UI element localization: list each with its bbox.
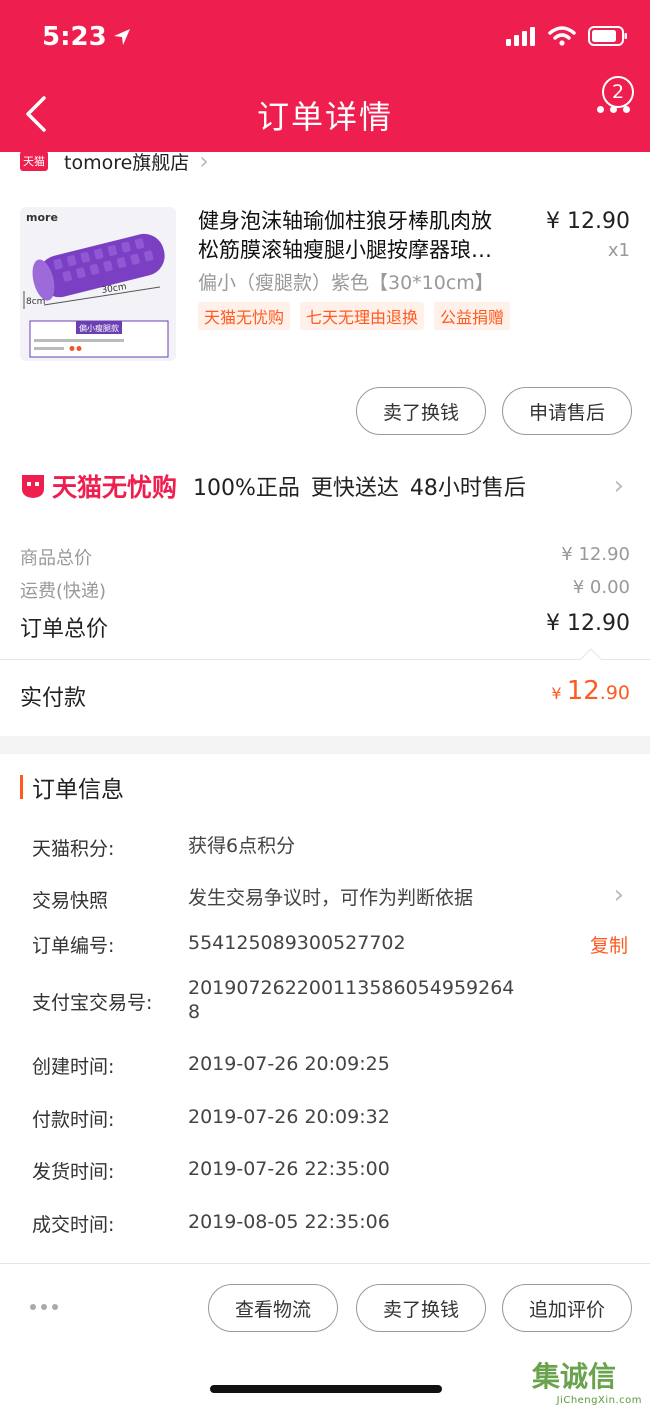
order-info-title: 订单信息 xyxy=(20,772,124,803)
watermark-url: JiChengXin.com xyxy=(556,1395,642,1406)
product-image[interactable]: more 8cm 30cm 偏小瘦腿款 xyxy=(20,207,176,361)
shop-row[interactable]: 天猫 tomore旗舰店 › xyxy=(20,146,209,176)
worry-free-text: 100%正品 更快送达 48小时售后 xyxy=(193,476,526,501)
order-number-label: 订单编号: xyxy=(32,935,115,957)
copy-button[interactable]: 复制 xyxy=(590,931,628,958)
order-total-value: ¥ 12.90 xyxy=(546,611,630,636)
goods-total-value: ¥ 12.90 xyxy=(561,544,630,565)
foam-roller-illustration: more 8cm 30cm 偏小瘦腿款 xyxy=(20,207,176,361)
tag-seven-day-return: 七天无理由退换 xyxy=(300,302,425,330)
product-title[interactable]: 健身泡沫轴瑜伽柱狼牙棒肌肉放 松筋膜滚轴瘦腿小腿按摩器琅… xyxy=(198,207,528,265)
product-tags: 天猫无忧购 七天无理由退换 公益捐赠 xyxy=(198,302,511,330)
notification-badge: 2 xyxy=(602,76,634,108)
sell-for-cash-bottom-button[interactable]: 卖了换钱 xyxy=(356,1284,486,1332)
image-brand-text: more xyxy=(26,211,58,224)
created-time-value: 2019-07-26 20:09:25 xyxy=(188,1053,390,1075)
points-value: 获得6点积分 xyxy=(188,835,296,857)
product-price: ¥ 12.90 xyxy=(546,209,630,234)
chevron-right-icon: › xyxy=(613,471,624,501)
watermark-text: 集诚信 xyxy=(532,1360,617,1393)
completed-time-label: 成交时间: xyxy=(32,1214,115,1236)
paid-label: 实付款 xyxy=(20,686,87,711)
paid-integer: 12 xyxy=(566,676,600,706)
snapshot-value[interactable]: 发生交易争议时，可作为判断依据 xyxy=(188,886,473,910)
view-logistics-button[interactable]: 查看物流 xyxy=(208,1284,338,1332)
shipping-row: 运费(快递) ¥ 0.00 xyxy=(20,577,630,603)
paid-time-label: 付款时间: xyxy=(32,1109,115,1131)
completed-time-value: 2019-08-05 22:35:06 xyxy=(188,1211,390,1233)
order-info-title-text: 订单信息 xyxy=(32,777,124,803)
shipped-time-value: 2019-07-26 22:35:00 xyxy=(188,1158,390,1180)
alipay-number-value: 201907262200113586054959264 8 xyxy=(188,976,514,1024)
goods-total-label: 商品总价 xyxy=(20,548,92,569)
signal-icon xyxy=(506,27,535,46)
divider xyxy=(0,659,650,660)
alipay-number-label: 支付宝交易号: xyxy=(32,992,153,1014)
battery-icon xyxy=(588,26,627,46)
sell-for-cash-button[interactable]: 卖了换钱 xyxy=(356,387,486,435)
chevron-right-icon: › xyxy=(199,147,209,175)
shipped-time-label: 发货时间: xyxy=(32,1161,115,1183)
worry-free-row[interactable]: 天猫无忧购 100%正品 更快送达 48小时售后 › xyxy=(20,464,630,508)
shipping-value: ¥ 0.00 xyxy=(572,577,630,598)
paid-amount: ¥ 12.90 xyxy=(551,676,630,706)
product-quantity: x1 xyxy=(607,240,630,261)
order-total-label: 订单总价 xyxy=(20,617,109,642)
worry-free-logo: 天猫无忧购 xyxy=(20,468,177,504)
section-separator xyxy=(0,736,650,754)
created-time-label: 创建时间: xyxy=(32,1056,115,1078)
paid-decimal: .90 xyxy=(599,682,630,704)
status-time-text: 5:23 xyxy=(42,22,107,52)
worry-free-logo-text: 天猫无忧购 xyxy=(52,473,178,502)
tmall-cat-icon xyxy=(22,475,44,498)
bottom-divider xyxy=(0,1263,650,1264)
paid-time-value: 2019-07-26 20:09:32 xyxy=(188,1106,390,1128)
shipping-label: 运费(快递) xyxy=(20,581,107,602)
tag-charity: 公益捐赠 xyxy=(434,302,511,330)
accent-bar xyxy=(20,775,23,799)
goods-total-row: 商品总价 ¥ 12.90 xyxy=(20,544,630,570)
alipay-number-line-1: 201907262200113586054959264 xyxy=(188,977,515,999)
wifi-icon xyxy=(548,26,576,46)
product-spec: 偏小（瘦腿款）紫色【30*10cm】 xyxy=(198,272,494,294)
add-review-button[interactable]: 追加评价 xyxy=(502,1284,632,1332)
status-time: 5:23 xyxy=(42,22,131,52)
status-icons xyxy=(506,26,628,46)
order-total-row: 订单总价 ¥ 12.90 xyxy=(20,611,630,643)
location-arrow-icon xyxy=(113,29,130,45)
snapshot-label[interactable]: 交易快照 xyxy=(32,886,108,913)
shop-name: tomore旗舰店 xyxy=(64,151,190,174)
chevron-right-icon[interactable]: › xyxy=(614,880,624,910)
more-actions-icon[interactable] xyxy=(30,1304,58,1310)
image-caption: 偏小瘦腿款 xyxy=(79,323,119,333)
apply-after-sale-button[interactable]: 申请售后 xyxy=(502,387,632,435)
tmall-shop-tag: 天猫 xyxy=(20,151,48,171)
tag-worry-free: 天猫无忧购 xyxy=(198,302,291,330)
page-title: 订单详情 xyxy=(256,98,393,136)
watermark: 集诚信 JiChengXin.com xyxy=(532,1355,642,1406)
points-label: 天猫积分: xyxy=(32,838,115,860)
product-title-line-2: 松筋膜滚轴瘦腿小腿按摩器琅… xyxy=(198,238,492,262)
caret-up-icon xyxy=(580,648,602,660)
product-title-line-1: 健身泡沫轴瑜伽柱狼牙棒肌肉放 xyxy=(198,209,492,233)
alipay-number-line-2: 8 xyxy=(188,1001,201,1023)
image-dim-height: 8cm xyxy=(26,297,45,307)
paid-currency: ¥ xyxy=(551,684,562,703)
order-number-value: 554125089300527702 xyxy=(188,932,406,954)
home-indicator[interactable] xyxy=(210,1385,442,1393)
header-bar: 5:23 订单详情 2 xyxy=(0,0,650,152)
